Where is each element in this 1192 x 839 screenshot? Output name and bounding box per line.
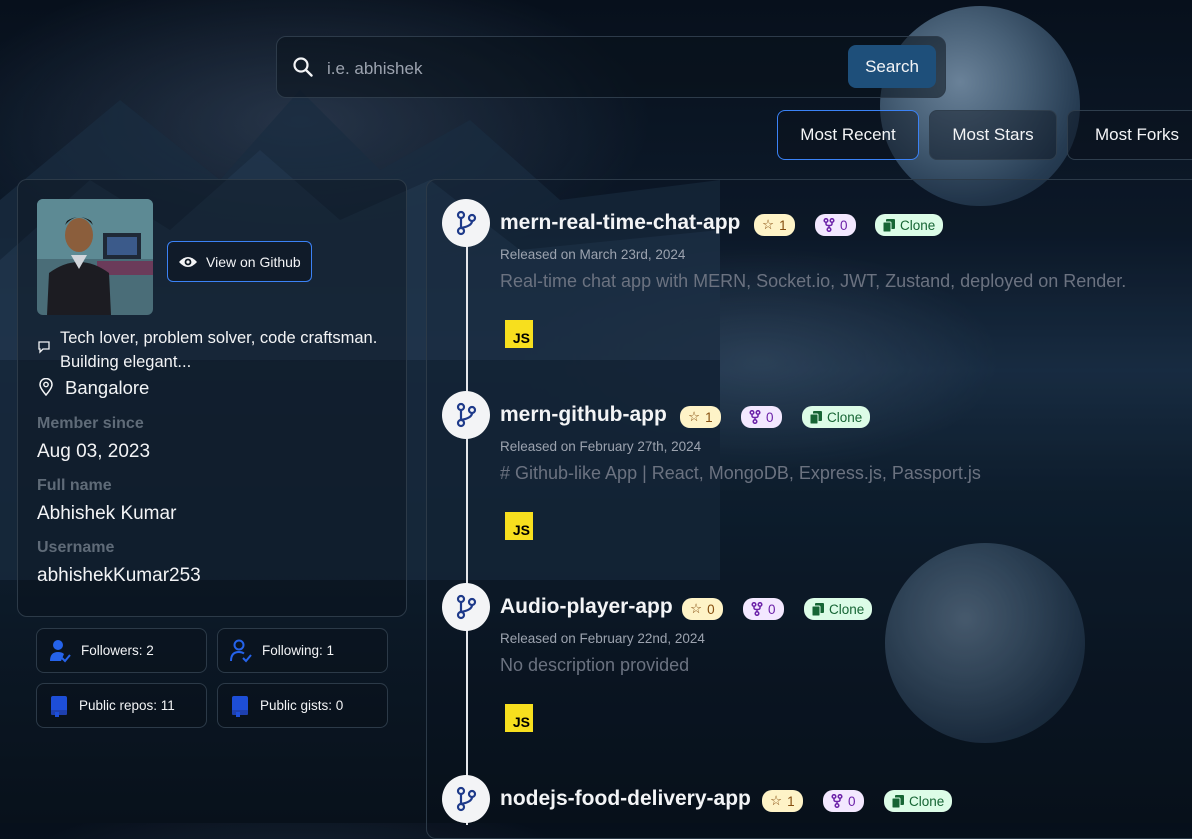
release-date: Released on February 22nd, 2024 — [500, 631, 705, 646]
release-date: Released on March 23rd, 2024 — [500, 247, 686, 262]
stars-count: 1 — [779, 217, 787, 233]
forks-badge: 0 — [815, 214, 856, 236]
fork-icon — [831, 794, 843, 808]
followers-count: Followers: 2 — [81, 643, 154, 658]
star-icon: ☆ — [690, 601, 703, 616]
clone-button[interactable]: Clone — [884, 790, 953, 812]
user-check-outline-icon — [230, 639, 252, 662]
forks-count: 0 — [766, 409, 774, 425]
clone-label: Clone — [900, 217, 936, 233]
search-icon — [293, 57, 313, 77]
repo-name-link[interactable]: mern-github-app — [500, 403, 667, 427]
following-card: Following: 1 — [217, 628, 388, 673]
view-on-github-label: View on Github — [206, 253, 301, 270]
fork-icon — [823, 218, 835, 232]
avatar — [37, 199, 153, 315]
javascript-logo-icon: JS — [505, 320, 533, 348]
fork-icon — [751, 602, 763, 616]
repo-description: No description provided — [500, 655, 690, 675]
clone-label: Clone — [829, 601, 865, 617]
git-branch-icon — [442, 775, 490, 823]
view-on-github-button[interactable]: View on Github — [167, 241, 312, 282]
repo-description: # Github-like App | React, MongoDB, Expr… — [500, 463, 981, 483]
copy-icon — [883, 218, 895, 232]
copy-icon — [812, 602, 824, 616]
search-bar: Search — [276, 36, 946, 98]
following-count: Following: 1 — [262, 643, 335, 658]
profile-location: Bangalore — [65, 377, 150, 398]
git-branch-icon — [442, 391, 490, 439]
followers-card: Followers: 2 — [36, 628, 207, 673]
timeline-line — [466, 225, 468, 825]
profile-bio: Tech lover, problem solver, code craftsm… — [60, 329, 378, 371]
repo-name-link[interactable]: Audio-player-app — [500, 595, 673, 619]
profile-card: View on Github Tech lover, problem solve… — [17, 179, 407, 617]
sort-most-recent-button[interactable]: Most Recent — [777, 110, 919, 160]
username-label: Username — [37, 539, 115, 556]
javascript-logo-icon: JS — [505, 704, 533, 732]
forks-badge: 0 — [741, 406, 782, 428]
copy-icon — [810, 410, 822, 424]
star-icon: ☆ — [770, 793, 783, 808]
stars-count: 0 — [707, 601, 715, 617]
forks-count: 0 — [848, 793, 856, 809]
public-gists-card: Public gists: 0 — [217, 683, 388, 728]
member-since-value: Aug 03, 2023 — [37, 441, 151, 462]
speech-bubble-icon — [38, 341, 50, 354]
sort-most-forks-button[interactable]: Most Forks — [1067, 110, 1192, 160]
full-name-value: Abhishek Kumar — [37, 503, 177, 524]
clone-label: Clone — [827, 409, 863, 425]
git-branch-icon — [442, 583, 490, 631]
user-check-icon — [50, 639, 71, 662]
username-value: abhishekKumar253 — [37, 565, 201, 586]
git-branch-icon — [442, 199, 490, 247]
clone-button[interactable]: Clone — [802, 406, 871, 428]
clone-label: Clone — [909, 793, 945, 809]
stars-count: 1 — [787, 793, 795, 809]
member-since-label: Member since — [37, 415, 144, 432]
stars-badge: ☆ 0 — [682, 598, 723, 620]
stars-badge: ☆ 1 — [680, 406, 721, 428]
release-date: Released on February 27th, 2024 — [500, 439, 702, 454]
search-input[interactable] — [325, 53, 829, 85]
clone-button[interactable]: Clone — [875, 214, 944, 236]
sort-most-stars-button[interactable]: Most Stars — [929, 110, 1057, 160]
public-repos-card: Public repos: 11 — [36, 683, 207, 728]
forks-badge: 0 — [743, 598, 784, 620]
book-icon — [232, 695, 248, 717]
stars-badge: ☆ 1 — [754, 214, 795, 236]
stars-count: 1 — [705, 409, 713, 425]
full-name-label: Full name — [37, 477, 112, 494]
forks-badge: 0 — [823, 790, 864, 812]
eye-icon — [179, 256, 197, 267]
public-repos-count: Public repos: 11 — [79, 698, 175, 713]
copy-icon — [892, 794, 904, 808]
repo-name-link[interactable]: mern-real-time-chat-app — [500, 211, 740, 235]
repo-description: Real-time chat app with MERN, Socket.io,… — [500, 271, 1127, 291]
fork-icon — [749, 410, 761, 424]
clone-button[interactable]: Clone — [804, 598, 873, 620]
repo-name-link[interactable]: nodejs-food-delivery-app — [500, 787, 751, 811]
public-gists-count: Public gists: 0 — [260, 698, 344, 713]
search-button[interactable]: Search — [848, 45, 936, 88]
forks-count: 0 — [840, 217, 848, 233]
forks-count: 0 — [768, 601, 776, 617]
book-icon — [51, 695, 67, 717]
star-icon: ☆ — [762, 217, 775, 232]
javascript-logo-icon: JS — [505, 512, 533, 540]
stars-badge: ☆ 1 — [762, 790, 803, 812]
star-icon: ☆ — [688, 409, 701, 424]
map-pin-icon — [39, 378, 53, 396]
